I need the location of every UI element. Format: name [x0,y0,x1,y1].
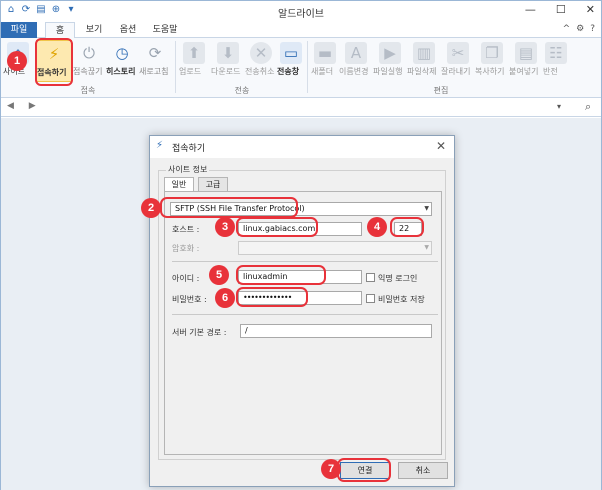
id-label: 아이디 : [172,274,200,283]
tab-general[interactable]: 일반 [164,177,194,192]
highlight-connect-button [35,38,73,86]
collapse-ribbon-icon[interactable]: ^ [563,24,571,34]
highlight-protocol [160,197,298,218]
maximize-button[interactable]: ☐ [556,3,566,16]
rename-button[interactable]: A 이름변경 [339,40,373,82]
invert-button[interactable]: ☷ 반전 [543,40,569,82]
anonymous-login-label: 익명 로그인 [378,274,418,283]
annotation-badge: 7 [321,459,341,479]
highlight-connect-submit [337,458,391,482]
password-label: 비밀번호 : [172,295,207,304]
download-icon: ⬇ [217,42,239,64]
disconnect-button[interactable]: ⏻ 접속끊기 [73,40,105,82]
ribbon: ⌂ 사이트 ⚡ 접속하기 ⏻ 접속끊기 ◷ 히스토리 ⟳ 새로고침 접속 ⬆ 업… [1,38,601,98]
title-bar: ⌂ ⟳ ▤ ⊕ ▾ 알드라이브 — ☐ ✕ [1,1,601,21]
chevron-down-icon: ▼ [424,244,429,251]
highlight-port [390,217,424,237]
new-folder-button[interactable]: ▬ 새폴더 [311,40,339,82]
group-label-edit: 편집 [433,86,449,95]
server-path-input[interactable]: / [240,324,432,338]
annotation-badge: 4 [367,217,387,237]
tab-file[interactable]: 파일 [1,22,37,38]
run-file-button[interactable]: ▶ 파일실행 [373,40,407,82]
address-bar: ◀ ▶ ▾ ⌕ [1,99,601,117]
encoding-select[interactable]: ▼ [238,241,432,255]
cancel-transfer-button[interactable]: ✕ 전송취소 [245,40,277,82]
annotation-badge: 3 [215,217,235,237]
site-info-label: 사이트 정보 [166,164,210,175]
ribbon-tabs: 파일 홈 보기 옵션 도움말 ^ ⚙ ? [1,21,601,38]
rename-icon: A [345,42,367,64]
tab-options[interactable]: 옵션 [113,22,143,38]
run-icon: ▶ [379,42,401,64]
search-icon[interactable]: ⌕ [585,100,591,114]
scissors-icon: ✂ [447,42,469,64]
refresh-icon: ⟳ [148,44,162,62]
tab-right-controls: ^ ⚙ ? [563,24,595,34]
settings-icon[interactable]: ⚙ [576,24,584,34]
refresh-button[interactable]: ⟳ 새로고침 [139,40,171,82]
window-icon: ▭ [280,42,302,64]
invert-icon: ☷ [545,42,567,64]
paste-icon: ▤ [515,42,537,64]
save-password-checkbox[interactable] [366,294,375,303]
ribbon-separator [307,41,308,93]
tab-advanced[interactable]: 고급 [198,177,228,192]
chevron-down-icon: ▼ [424,205,429,212]
window-controls: — ☐ ✕ [525,3,595,16]
dialog-close-button[interactable]: ✕ [436,139,446,153]
upload-icon: ⬆ [183,42,205,64]
dialog-title-bar: ⚡ 접속하기 ✕ [150,136,454,158]
copy-button[interactable]: ❐ 복사하기 [475,40,509,82]
group-label-transfer: 전송 [234,86,250,95]
upload-button[interactable]: ⬆ 업로드 [179,40,209,82]
help-icon[interactable]: ? [590,24,595,34]
anonymous-login-checkbox[interactable] [366,273,375,282]
delete-file-button[interactable]: ▥ 파일삭제 [407,40,441,82]
ribbon-separator [175,41,176,93]
paste-button[interactable]: ▤ 붙여넣기 [509,40,543,82]
highlight-password [236,287,308,307]
cut-button[interactable]: ✂ 잘라내기 [441,40,475,82]
unplug-icon: ⏻ [83,44,95,62]
close-button[interactable]: ✕ [586,3,595,16]
trash-icon: ▥ [413,42,435,64]
nav-arrows[interactable]: ◀ ▶ [7,101,42,111]
copy-icon: ❐ [481,42,503,64]
download-button[interactable]: ⬇ 다운로드 [211,40,245,82]
server-path-label: 서버 기본 경로 : [172,328,227,337]
cancel-button[interactable]: 취소 [398,462,448,479]
highlight-host [236,217,318,237]
history-button[interactable]: ◷ 히스토리 [106,40,138,82]
highlight-id [236,265,326,285]
window-title: 알드라이브 [278,9,324,20]
save-password-label: 비밀번호 저장 [378,295,425,304]
tab-view[interactable]: 보기 [79,22,109,38]
group-label-connect: 접속 [80,86,96,95]
host-label: 호스트 : [172,225,200,234]
connect-dialog: ⚡ 접속하기 ✕ 사이트 정보 일반 고급 SFTP (SSH File Tra… [149,135,455,487]
cancel-icon: ✕ [250,42,272,64]
annotation-badge: 5 [209,265,229,285]
tab-home[interactable]: 홈 [45,22,75,38]
chevron-down-icon[interactable]: ▾ [557,102,561,111]
transfer-window-button[interactable]: ▭ 전송창 [277,40,305,82]
dialog-title: 접속하기 [172,144,206,154]
annotation-badge: 6 [215,288,235,308]
divider [172,261,438,262]
encoding-label: 암호화 : [172,244,200,253]
app-window: ⌂ ⟳ ▤ ⊕ ▾ 알드라이브 — ☐ ✕ 파일 홈 보기 옵션 도움말 ^ ⚙… [0,0,602,490]
annotation-badge: 1 [7,51,27,71]
clock-icon: ◷ [115,44,129,62]
tab-help[interactable]: 도움말 [147,22,183,38]
divider [172,314,438,315]
minimize-button[interactable]: — [525,3,536,16]
plug-icon: ⚡ [156,140,164,151]
new-folder-icon: ▬ [314,42,336,64]
annotation-badge: 2 [141,198,161,218]
